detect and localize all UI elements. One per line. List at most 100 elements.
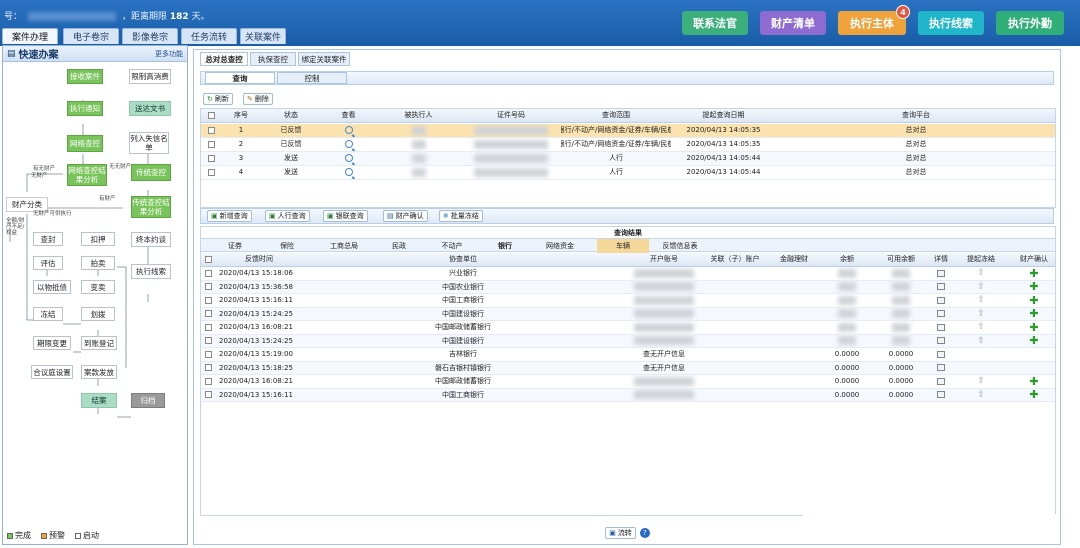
flow-network-inquiry[interactable]: 网络查控 [67,135,103,152]
row-checkbox[interactable] [204,296,212,304]
table-row[interactable]: 2 已反馈 银行/不动产/网络资金/证券/车辆/民航 2020/04/13 14… [201,138,1055,152]
unionpay-query-button[interactable]: ▣ 银联查询 [323,210,368,222]
help-icon[interactable]: ? [639,528,650,538]
flow-receive-case[interactable]: 接收案件 [67,69,103,84]
confirm-plus-icon[interactable]: ✚ [1029,321,1038,334]
cat-feedback-table[interactable]: 反馈信息表 [653,239,707,253]
table-row[interactable]: 1 已反馈 银行/不动产/网络资金/证券/车辆/民航 2020/04/13 14… [201,124,1055,138]
freeze-up-arrow-icon[interactable]: ⇧ [977,282,985,292]
pboc-query-button[interactable]: ▣ 人行查询 [265,210,310,222]
row-checkbox[interactable] [207,140,215,148]
detail-icon[interactable] [937,337,945,345]
tab-control[interactable]: 控制 [277,72,347,84]
cat-bank[interactable]: 银行 [485,239,525,253]
flow-freeze[interactable]: 冻结 [33,307,63,321]
view-magnifier-icon[interactable] [344,140,353,149]
refresh-button[interactable]: ↻ 刷新 [203,93,233,105]
flow-execution-clue[interactable]: 执行线索 [131,264,171,279]
property-confirm-button[interactable]: ▤ 财产确认 [383,210,428,222]
more-functions-link[interactable]: 更多功能 [155,49,183,59]
confirm-plus-icon[interactable]: ✚ [1029,267,1038,280]
confirm-plus-icon[interactable]: ✚ [1029,335,1038,348]
new-query-button[interactable]: ▣ 新增查询 [207,210,252,222]
flow-execution-notice[interactable]: 执行通知 [67,101,103,116]
detail-icon[interactable] [937,323,945,331]
flow-collegiate-setting[interactable]: 合议庭设置 [31,365,73,379]
table-row[interactable]: 2020/04/13 15:19:00 吉林银行 查无开户信息 0.0000 0.000… [201,348,1055,362]
flow-limit-consumption[interactable]: 限制高消费 [129,69,171,84]
flow-seal-up[interactable]: 查封 [33,232,63,246]
flow-close-case[interactable]: 结案 [81,393,117,408]
flow-property-classification[interactable]: 财产分类 [6,197,48,212]
row-checkbox[interactable] [204,377,212,385]
row-checkbox[interactable] [204,269,212,277]
row-checkbox[interactable] [204,350,212,358]
row-checkbox[interactable] [207,126,215,134]
freeze-up-arrow-icon[interactable]: ⇧ [977,309,985,319]
execution-subject-button[interactable]: 执行主体 4 [838,5,910,35]
flow-final-interview[interactable]: 终本约谈 [131,232,171,247]
cat-vehicle[interactable]: 车辆 [597,239,649,253]
table-row[interactable]: 2020/04/13 15:24:25 中国建设银行 ⇧ ✚ [201,334,1055,348]
table-row[interactable]: 2020/04/13 15:18:06 兴业银行 ⇧ ✚ [201,267,1055,281]
flow-transfer[interactable]: 划拨 [81,307,115,321]
confirm-plus-icon[interactable]: ✚ [1029,281,1038,294]
view-magnifier-icon[interactable] [344,154,353,163]
table-row[interactable]: 2020/04/13 15:16:11 中国工商银行 0.0000 0.0000 ⇧ ✚ [201,388,1055,402]
flow-debt-in-kind[interactable]: 以物抵债 [33,280,71,294]
cat-securities[interactable]: 证券 [215,239,255,253]
execution-clue-button[interactable]: 执行线索 [918,11,984,35]
detail-icon[interactable] [937,269,945,277]
row-checkbox[interactable] [204,364,212,372]
detail-icon[interactable] [937,364,945,372]
flow-payment-release[interactable]: 案款发放 [81,365,117,379]
freeze-up-arrow-icon[interactable]: ⇧ [977,376,985,386]
flow-detain[interactable]: 扣押 [81,232,115,246]
table-row[interactable]: 2020/04/13 16:08:21 中国邮政储蓄银行 ⇧ ✚ [201,321,1055,335]
cat-industry-commerce[interactable]: 工商总局 [319,239,369,253]
tab-electronic-file[interactable]: 电子卷宗 [63,28,119,44]
flow-dishonest-list[interactable]: 列入失信名单 [129,132,169,154]
confirm-plus-icon[interactable]: ✚ [1029,375,1038,388]
row-checkbox[interactable] [204,391,212,399]
table-row[interactable]: 2020/04/13 15:16:11 中国工商银行 ⇧ ✚ [201,294,1055,308]
tab-task-flow[interactable]: 任务流转 [181,28,237,44]
view-magnifier-icon[interactable] [344,168,353,177]
detail-icon[interactable] [937,391,945,399]
flow-auction[interactable]: 拍卖 [81,256,115,270]
confirm-plus-icon[interactable]: ✚ [1029,294,1038,307]
tab-total-inquiry[interactable]: 总对总查控 [200,52,248,66]
detail-icon[interactable] [937,350,945,358]
table-row[interactable]: 2020/04/13 15:24:25 中国建设银行 ⇧ ✚ [201,307,1055,321]
tab-preservation-inquiry[interactable]: 执保查控 [250,52,296,66]
cat-insurance[interactable]: 保险 [267,239,307,253]
tab-case-handling[interactable]: 案件办理 [2,28,58,44]
field-execution-button[interactable]: 执行外勤 [996,11,1064,35]
confirm-plus-icon[interactable]: ✚ [1029,308,1038,321]
detail-icon[interactable] [937,310,945,318]
row-checkbox[interactable] [204,323,212,331]
confirm-plus-icon[interactable]: ✚ [1029,389,1038,402]
row-checkbox[interactable] [204,283,212,291]
view-magnifier-icon[interactable] [344,126,353,135]
tab-related-cases[interactable]: 关联案件 [240,28,286,44]
tab-bind-related-case[interactable]: 绑定关联案件 [298,52,350,66]
row-checkbox[interactable] [207,154,215,162]
flow-sell-off[interactable]: 变卖 [81,280,115,294]
flow-term-change[interactable]: 期限变更 [33,336,71,350]
tab-image-file[interactable]: 影像卷宗 [122,28,178,44]
flow-archive[interactable]: 归档 [131,393,165,408]
freeze-up-arrow-icon[interactable]: ⇧ [977,336,985,346]
detail-icon[interactable] [937,377,945,385]
row-checkbox[interactable] [204,337,212,345]
table-row[interactable]: 2020/04/13 16:08:21 中国邮政储蓄银行 0.0000 0.0000 ⇧… [201,375,1055,389]
flow-arrival-registration[interactable]: 到账登记 [81,336,117,350]
table-row[interactable]: 2020/04/13 15:18:25 磐石吉银村镇银行 查无开户信息 0.0000 0… [201,361,1055,375]
table-row[interactable]: 4 发送 人行 2020/04/13 14:05:44 总对总 [201,166,1055,180]
tab-query[interactable]: 查询 [205,72,275,84]
row-checkbox[interactable] [207,168,215,176]
table-row[interactable]: 3 发送 人行 2020/04/13 14:05:44 总对总 [201,152,1055,166]
select-all-checkbox[interactable] [207,111,215,119]
freeze-up-arrow-icon[interactable]: ⇧ [977,390,985,400]
cat-network-funds[interactable]: 网络资金 [535,239,585,253]
